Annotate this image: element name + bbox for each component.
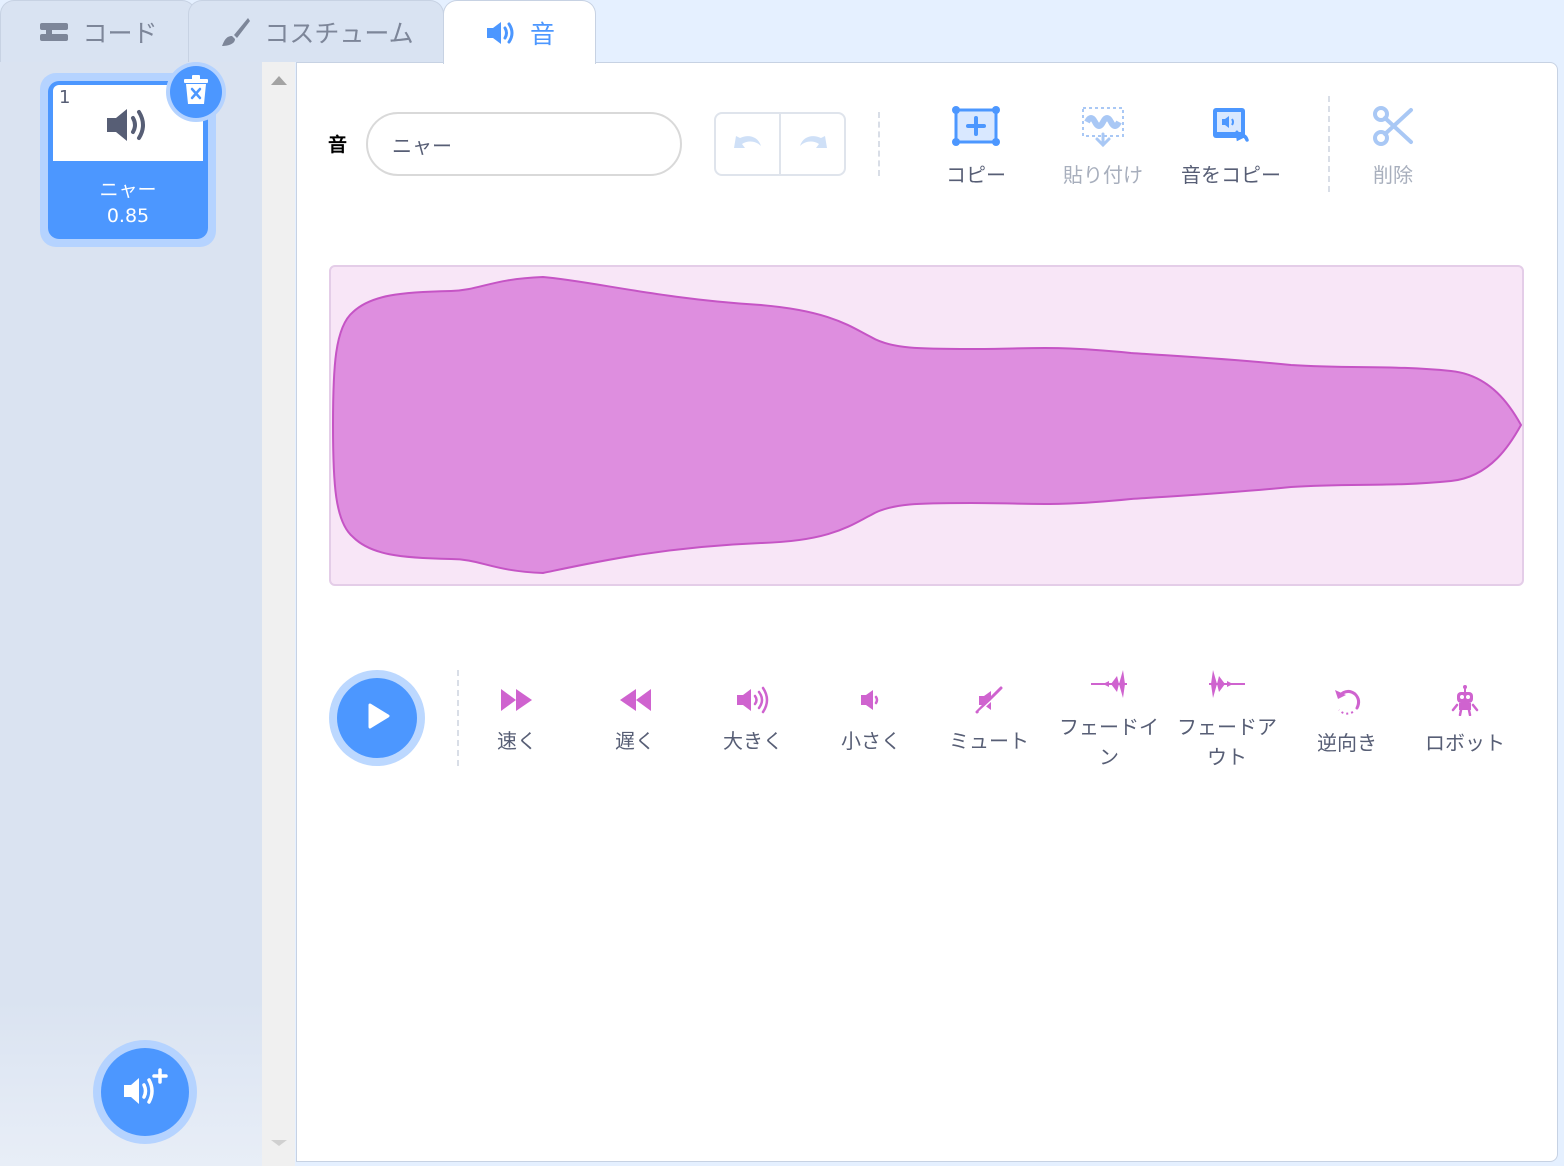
waveform-graphic: [331, 275, 1522, 575]
copy-to-new-button[interactable]: 音をコピー: [1166, 104, 1296, 188]
toolbar-divider: [878, 112, 880, 176]
speaker-icon: [484, 19, 518, 47]
effect-slower-label: 遅く: [615, 729, 655, 753]
delete-sound-button[interactable]: [166, 62, 226, 122]
tab-sounds-label: 音: [529, 19, 555, 49]
copy-label: コピー: [946, 163, 1006, 187]
effect-mute-button[interactable]: ミュート: [930, 686, 1048, 756]
tab-costumes[interactable]: コスチューム: [188, 0, 444, 62]
scrollbar[interactable]: [262, 62, 295, 1166]
robot-icon: [1448, 684, 1482, 728]
copy-sound-icon: [1205, 104, 1257, 153]
effect-softer-label: 小さく: [841, 729, 901, 753]
tab-costumes-label: コスチューム: [264, 18, 414, 48]
effect-reverse-button[interactable]: 逆向き: [1288, 686, 1406, 758]
copy-icon: [950, 104, 1002, 153]
sound-tile-duration: 0.85: [106, 205, 150, 227]
redo-button[interactable]: [781, 114, 844, 174]
softer-icon: [853, 686, 889, 726]
sound-tile-number: 1: [59, 87, 71, 108]
effect-slower-button[interactable]: 遅く: [576, 686, 694, 756]
scroll-down-arrow-icon[interactable]: [271, 1140, 287, 1146]
undo-button[interactable]: [716, 114, 781, 174]
effect-robot-label: ロボット: [1425, 731, 1505, 755]
speaker-icon: [105, 105, 153, 149]
fade-in-icon: [1089, 668, 1129, 712]
copy-button[interactable]: コピー: [911, 104, 1041, 188]
louder-icon: [735, 686, 771, 726]
play-button[interactable]: [329, 670, 425, 766]
paste-label: 貼り付け: [1063, 163, 1143, 187]
copy-to-new-label: 音をコピー: [1181, 163, 1281, 187]
effect-fade-in-label: フェードイン: [1059, 715, 1159, 769]
paste-button[interactable]: 貼り付け: [1038, 104, 1168, 188]
undo-redo-group: [714, 112, 846, 176]
effect-faster-label: 速く: [497, 729, 537, 753]
paste-icon: [1077, 104, 1129, 153]
sound-tile-name: ニャー: [99, 179, 157, 201]
redo-icon: [797, 132, 829, 156]
mute-icon: [971, 686, 1007, 726]
effect-faster-button[interactable]: 速く: [458, 686, 576, 756]
sound-editor: [296, 62, 1558, 1162]
sound-name-label: 音: [328, 134, 348, 156]
effect-fade-out-label: フェードアウト: [1177, 715, 1277, 769]
fade-out-icon: [1207, 668, 1247, 712]
effect-reverse-label: 逆向き: [1317, 731, 1377, 755]
tab-code[interactable]: コード: [0, 0, 196, 62]
effect-fade-in-button[interactable]: フェードイン: [1050, 668, 1168, 772]
scissors-icon: [1371, 104, 1415, 153]
undo-icon: [732, 132, 764, 156]
add-sound-button[interactable]: [93, 1040, 197, 1144]
scroll-up-arrow-icon[interactable]: [271, 76, 287, 85]
effect-louder-label: 大きく: [723, 729, 783, 753]
effect-mute-label: ミュート: [949, 729, 1029, 753]
trash-icon: [181, 74, 211, 110]
reverse-icon: [1329, 686, 1365, 728]
slower-icon: [617, 686, 653, 726]
delete-label: 削除: [1373, 163, 1413, 187]
waveform-display[interactable]: [329, 265, 1524, 586]
play-icon: [362, 701, 392, 735]
effect-fade-out-button[interactable]: フェードアウト: [1168, 668, 1286, 772]
sound-name-input[interactable]: [366, 112, 682, 176]
tab-code-label: コード: [82, 18, 158, 48]
tab-sounds[interactable]: 音: [443, 0, 596, 64]
faster-icon: [499, 686, 535, 726]
code-icon: [38, 19, 70, 45]
delete-selection-button[interactable]: 削除: [1328, 104, 1458, 188]
effect-louder-button[interactable]: 大きく: [694, 686, 812, 756]
effect-softer-button[interactable]: 小さく: [812, 686, 930, 756]
brush-icon: [218, 15, 252, 49]
effect-robot-button[interactable]: ロボット: [1406, 684, 1524, 758]
add-sound-icon: [120, 1067, 170, 1117]
